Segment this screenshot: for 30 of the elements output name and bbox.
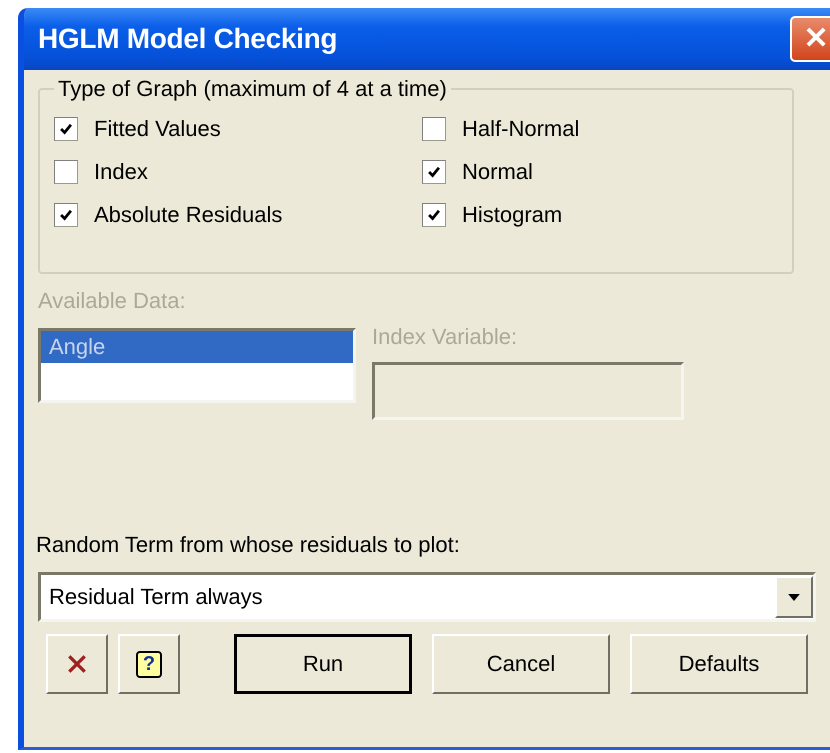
checkbox[interactable] [54, 117, 78, 141]
checkmark-icon [59, 122, 73, 136]
dialog-button[interactable]: Cancel [432, 634, 610, 694]
dialog-button[interactable]: Defaults [630, 634, 808, 694]
checkmark-icon [427, 208, 441, 222]
checkmark-icon [427, 165, 441, 179]
field-label: Random Term from whose residuals to plot: [36, 532, 461, 558]
checkbox[interactable] [422, 160, 446, 184]
checkbox[interactable] [54, 203, 78, 227]
cross-icon [66, 653, 88, 675]
delete-button[interactable] [46, 634, 108, 694]
caret-icon [775, 576, 813, 618]
input-field[interactable] [372, 362, 684, 420]
checkbox[interactable] [422, 117, 446, 141]
checkbox-label: Histogram [462, 202, 562, 228]
checkmark-icon [59, 208, 73, 222]
help-button[interactable]: ? [118, 634, 180, 694]
checkbox-label: Fitted Values [94, 116, 221, 142]
field-label: Index Variable: [372, 324, 518, 350]
group-title: Type of Graph (maximum of 4 at a time) [57, 76, 448, 102]
dropdown[interactable]: Residual Term always [38, 572, 816, 622]
window-title: HGLM Model Checking [38, 23, 338, 55]
run-button[interactable]: Run [234, 634, 412, 694]
checkbox-label: Normal [462, 159, 533, 185]
checkbox-label: Index [94, 159, 148, 185]
checkbox[interactable] [54, 160, 78, 184]
checkbox-label: Absolute Residuals [94, 202, 282, 228]
field-label: Available Data: [38, 288, 187, 314]
checkbox[interactable] [422, 203, 446, 227]
checkbox-label: Half-Normal [462, 116, 580, 142]
